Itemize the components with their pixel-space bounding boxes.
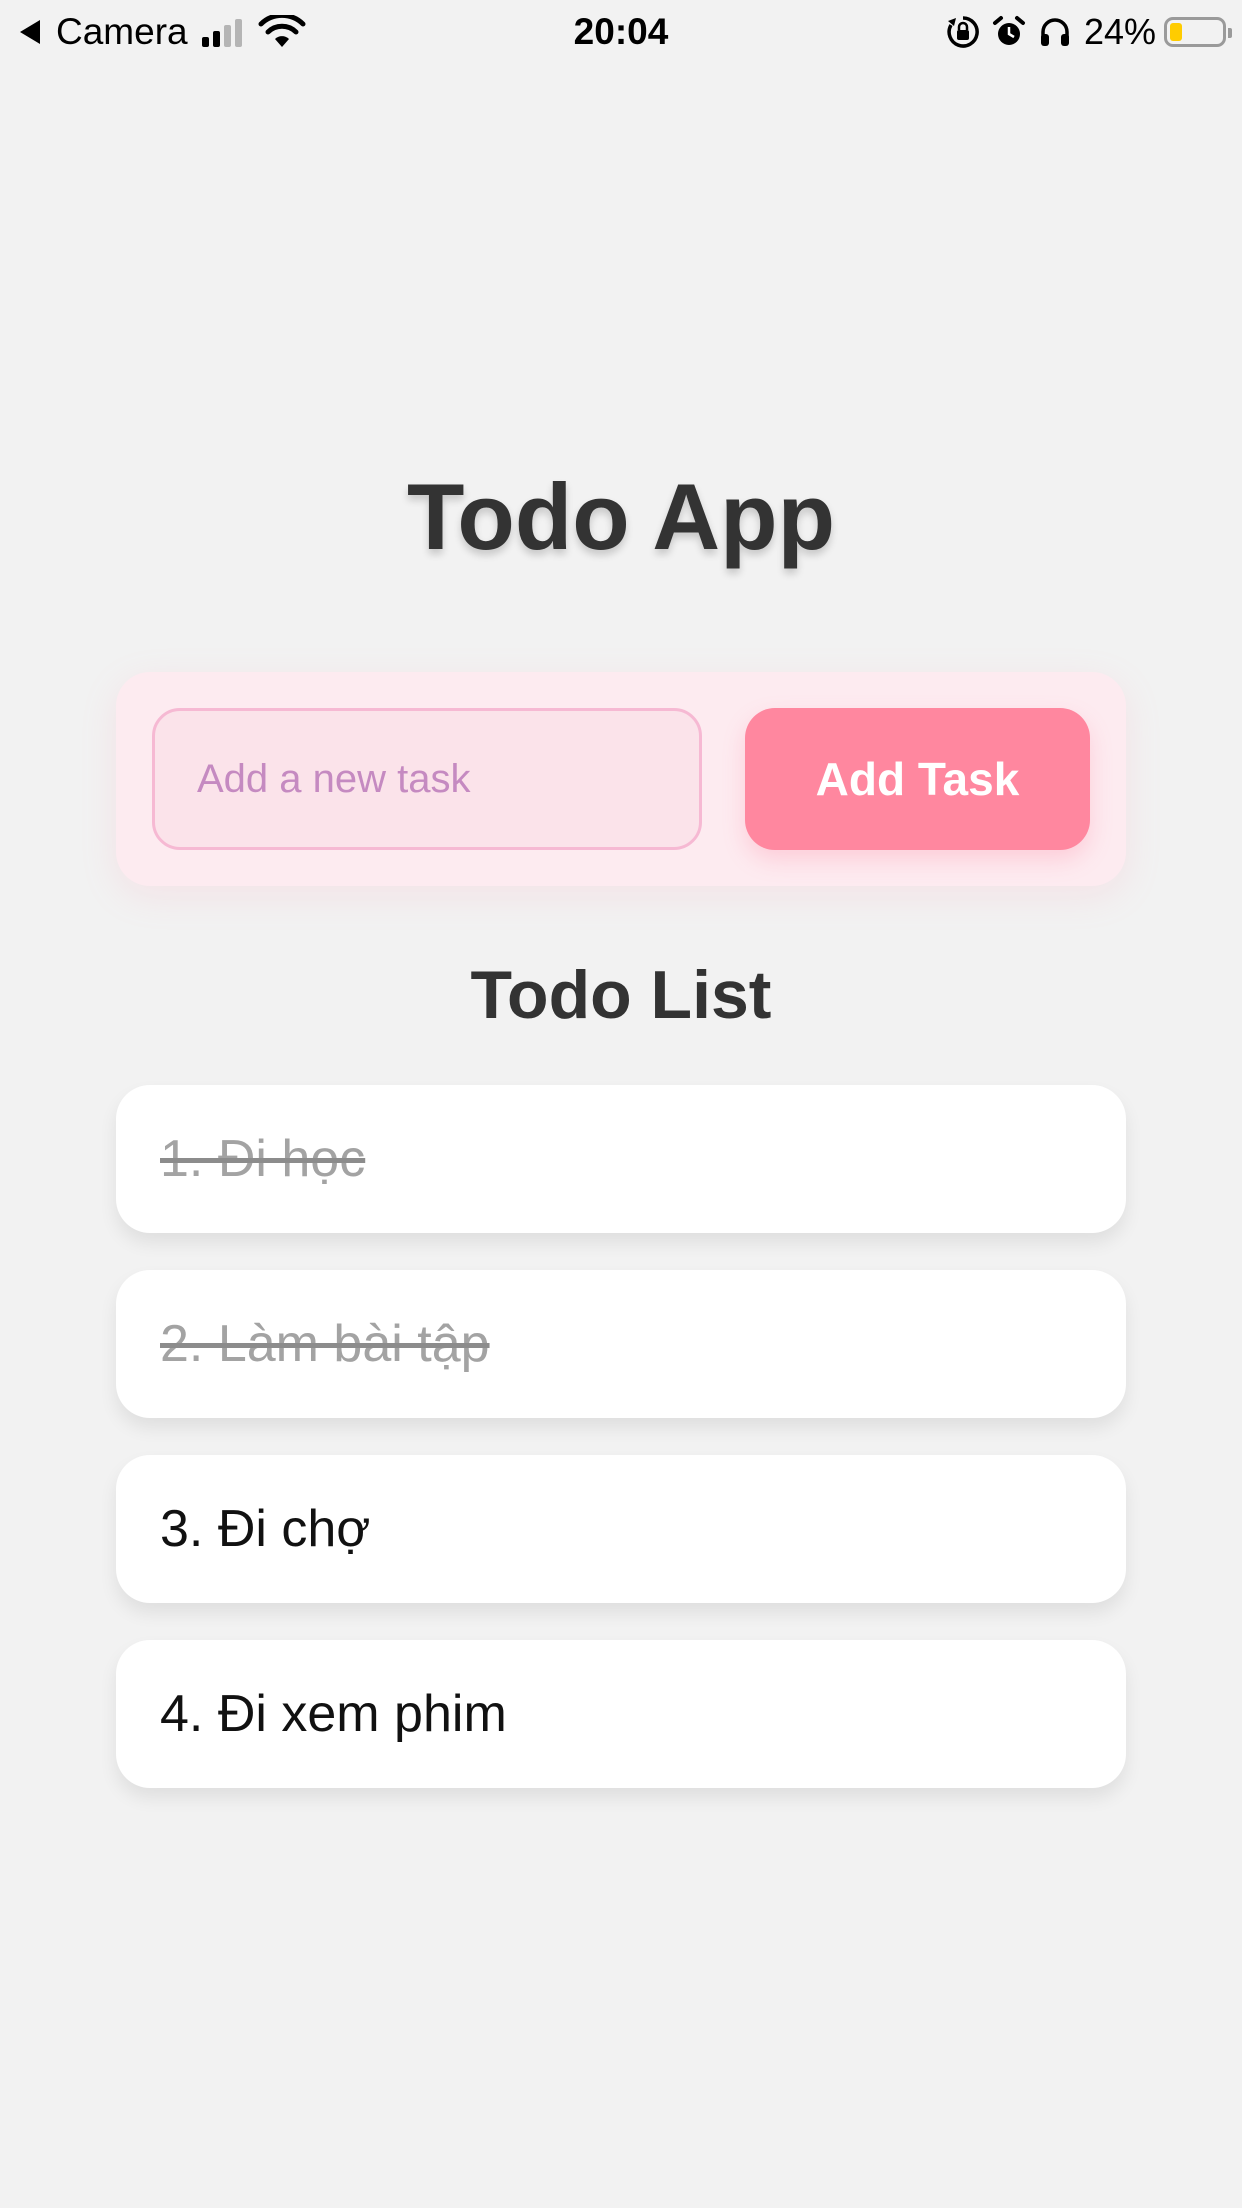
todo-item-text: 2. Làm bài tập	[160, 1315, 490, 1373]
battery-percentage: 24%	[1083, 11, 1156, 52]
headphones-icon	[1040, 18, 1069, 46]
battery-cap	[1228, 28, 1232, 38]
battery-level	[1170, 23, 1182, 41]
new-task-input[interactable]	[152, 708, 702, 850]
todo-item-text: 3. Đi chợ	[160, 1500, 371, 1558]
status-bar: Camera 20:04 24%	[0, 0, 1242, 64]
add-task-button[interactable]: Add Task	[745, 708, 1090, 850]
todo-item[interactable]: 1. Đi học	[116, 1085, 1126, 1233]
orientation-lock-icon	[947, 16, 979, 48]
todo-item[interactable]: 3. Đi chợ	[116, 1455, 1126, 1603]
add-task-panel: Add Task	[116, 672, 1126, 886]
battery-icon	[1164, 17, 1232, 47]
todo-list-title: Todo List	[470, 957, 772, 1033]
todo-item[interactable]: 2. Làm bài tập	[116, 1270, 1126, 1418]
alarm-icon	[992, 16, 1025, 45]
todo-list: 1. Đi học 2. Làm bài tập 3. Đi chợ 4. Đi…	[116, 1085, 1126, 1825]
status-right: 24%	[934, 10, 1232, 54]
todo-item-text: 4. Đi xem phim	[160, 1685, 507, 1743]
app-title: Todo App	[406, 464, 836, 569]
todo-item-text: 1. Đi học	[160, 1130, 366, 1188]
todo-item[interactable]: 4. Đi xem phim	[116, 1640, 1126, 1788]
